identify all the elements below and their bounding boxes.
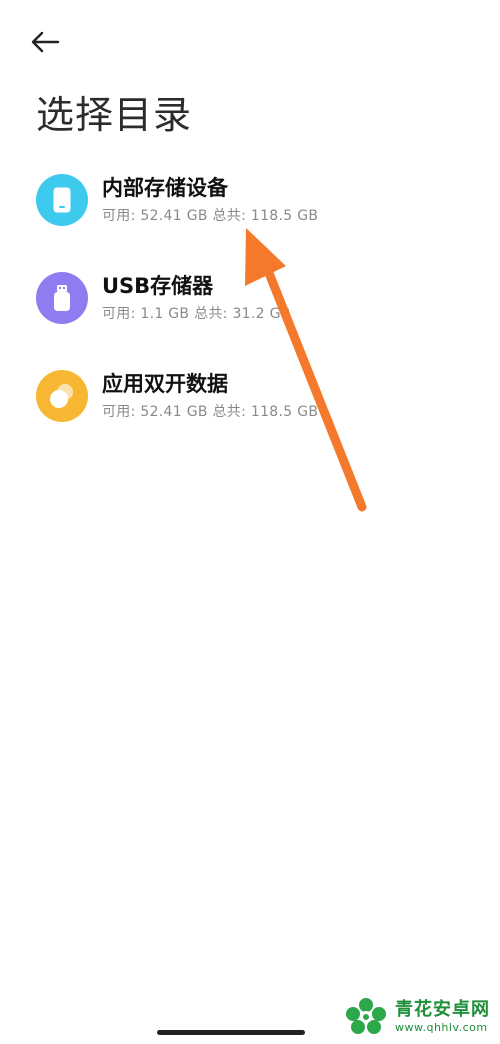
storage-item-dual-app[interactable]: 应用双开数据 可用: 52.41 GB 总共: 118.5 GB (0, 354, 500, 452)
watermark: 青花安卓网 www.qhhlv.com (343, 996, 490, 1036)
storage-item-detail: 可用: 52.41 GB 总共: 118.5 GB (102, 208, 319, 224)
storage-item-name: USB存储器 (102, 274, 214, 298)
screen: 选择目录 内部存储设备 可用: 52.41 GB 总共: 118.5 GB US… (0, 0, 500, 1044)
page-title: 选择目录 (36, 93, 193, 137)
storage-item-detail: 可用: 52.41 GB 总共: 118.5 GB (102, 404, 319, 420)
watermark-name: 青花安卓网 (395, 998, 490, 1020)
back-button[interactable] (30, 22, 78, 62)
storage-item-name: 内部存储设备 (102, 176, 228, 200)
storage-item-name: 应用双开数据 (102, 372, 228, 396)
storage-item-detail: 可用: 1.1 GB 总共: 31.2 GB (102, 306, 291, 322)
phone-storage-icon (36, 174, 88, 226)
usb-drive-icon (36, 272, 88, 324)
arrow-left-icon (31, 31, 60, 53)
storage-list: 内部存储设备 可用: 52.41 GB 总共: 118.5 GB USB存储器 … (0, 158, 500, 452)
home-indicator[interactable] (157, 1030, 305, 1035)
annotation-arrow (245, 228, 367, 512)
watermark-logo-icon (346, 998, 386, 1034)
storage-item-internal[interactable]: 内部存储设备 可用: 52.41 GB 总共: 118.5 GB (0, 158, 500, 256)
dual-app-icon (36, 370, 88, 422)
storage-item-usb[interactable]: USB存储器 可用: 1.1 GB 总共: 31.2 GB (0, 256, 500, 354)
watermark-url: www.qhhlv.com (395, 1020, 488, 1034)
